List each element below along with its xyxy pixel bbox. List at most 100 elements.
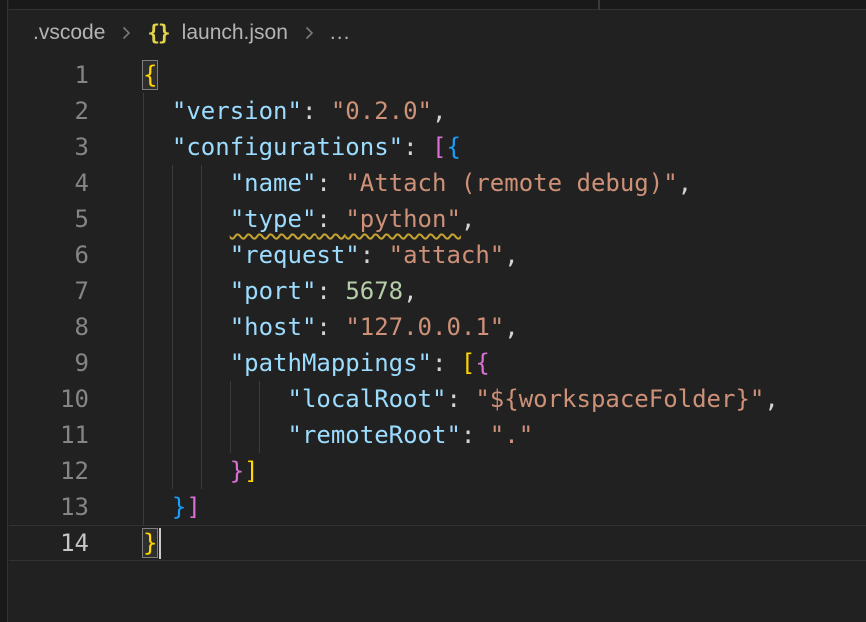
code-line[interactable]: 10 "localRoot": "${workspaceFolder}",: [9, 381, 866, 417]
code-token: :: [432, 349, 461, 377]
line-number[interactable]: 14: [9, 525, 89, 561]
line-number[interactable]: 10: [9, 381, 89, 417]
indent-guide: [172, 201, 173, 237]
indent-guide: [172, 381, 173, 417]
indent-guide: [230, 417, 231, 453]
code-token: [143, 241, 230, 269]
code-token: {: [446, 133, 460, 161]
code-token: :: [403, 133, 432, 161]
code-token: :: [316, 313, 345, 341]
code-content[interactable]: "name": "Attach (remote debug)",: [89, 165, 866, 201]
line-number[interactable]: 5: [9, 201, 89, 237]
code-token: "0.2.0": [331, 97, 432, 125]
code-line[interactable]: 7 "port": 5678,: [9, 273, 866, 309]
code-token: "type": [230, 205, 317, 233]
code-line[interactable]: 3 "configurations": [{: [9, 129, 866, 165]
code-token: ,: [504, 241, 518, 269]
breadcrumb-file[interactable]: launch.json: [182, 21, 288, 45]
code-token: "configurations": [172, 133, 403, 161]
code-token: [143, 349, 230, 377]
indent-guide: [230, 381, 231, 417]
code-content[interactable]: "remoteRoot": ".": [89, 417, 866, 453]
code-token: 5678: [345, 277, 403, 305]
code-content[interactable]: "configurations": [{: [89, 129, 866, 165]
indent-guide: [143, 453, 144, 489]
line-number[interactable]: 11: [9, 417, 89, 453]
code-line[interactable]: 9 "pathMappings": [{: [9, 345, 866, 381]
code-token: [: [461, 349, 475, 377]
line-number[interactable]: 13: [9, 489, 89, 525]
code-line[interactable]: 4 "name": "Attach (remote debug)",: [9, 165, 866, 201]
line-number[interactable]: 1: [9, 57, 89, 93]
text-cursor: [159, 528, 161, 559]
code-token: "Attach (remote debug)": [345, 169, 677, 197]
code-token: "attach": [389, 241, 505, 269]
indent-guide: [201, 309, 202, 345]
code-token: "host": [230, 313, 317, 341]
tab-divider: [598, 0, 600, 10]
line-number[interactable]: 12: [9, 453, 89, 489]
indent-guide: [201, 273, 202, 309]
indent-guide: [172, 273, 173, 309]
code-token: "version": [172, 97, 302, 125]
code-token: :: [446, 385, 475, 413]
code-line[interactable]: 13 }]: [9, 489, 866, 525]
code-token: [143, 385, 288, 413]
line-number[interactable]: 7: [9, 273, 89, 309]
breadcrumb-overflow[interactable]: ...: [330, 21, 351, 45]
code-line[interactable]: 5 "type": "python",: [9, 201, 866, 237]
line-number[interactable]: 2: [9, 93, 89, 129]
code-content[interactable]: "port": 5678,: [89, 273, 866, 309]
panel-left-border: [0, 0, 8, 622]
indent-guide: [143, 93, 144, 129]
code-content[interactable]: "type": "python",: [89, 201, 866, 237]
code-content[interactable]: "host": "127.0.0.1",: [89, 309, 866, 345]
code-content[interactable]: {: [89, 57, 866, 93]
indent-guide: [259, 417, 260, 453]
code-content[interactable]: "localRoot": "${workspaceFolder}",: [89, 381, 866, 417]
code-token: :: [360, 241, 389, 269]
code-token: "${workspaceFolder}": [475, 385, 764, 413]
code-token: ,: [764, 385, 778, 413]
code-token: [: [432, 133, 446, 161]
code-content[interactable]: }]: [89, 453, 866, 489]
code-token: ]: [186, 493, 200, 521]
code-token: "remoteRoot": [288, 421, 461, 449]
code-line[interactable]: 14}: [9, 525, 866, 561]
code-token: :: [316, 169, 345, 197]
line-number[interactable]: 8: [9, 309, 89, 345]
code-content[interactable]: }: [89, 525, 866, 561]
code-line[interactable]: 2 "version": "0.2.0",: [9, 93, 866, 129]
code-token: "pathMappings": [230, 349, 432, 377]
code-line[interactable]: 12 }]: [9, 453, 866, 489]
indent-guide: [201, 381, 202, 417]
code-content[interactable]: }]: [89, 489, 866, 525]
code-line[interactable]: 1{: [9, 57, 866, 93]
indent-guide: [172, 237, 173, 273]
breadcrumb-folder[interactable]: .vscode: [33, 21, 105, 45]
indent-guide: [143, 273, 144, 309]
line-number[interactable]: 3: [9, 129, 89, 165]
indent-guide: [201, 201, 202, 237]
indent-guide: [172, 345, 173, 381]
breadcrumb: .vscode {} launch.json ...: [9, 11, 866, 55]
line-number[interactable]: 9: [9, 345, 89, 381]
code-line[interactable]: 11 "remoteRoot": ".": [9, 417, 866, 453]
code-content[interactable]: "request": "attach",: [89, 237, 866, 273]
code-token: ,: [403, 277, 417, 305]
code-content[interactable]: "version": "0.2.0",: [89, 93, 866, 129]
code-line[interactable]: 6 "request": "attach",: [9, 237, 866, 273]
code-token: ,: [432, 97, 446, 125]
chevron-right-icon: [118, 25, 134, 41]
bracket-match: {: [143, 61, 157, 89]
code-token: "name": [230, 169, 317, 197]
line-number[interactable]: 4: [9, 165, 89, 201]
code-area[interactable]: 1{2 "version": "0.2.0",3 "configurations…: [9, 55, 866, 622]
code-token: {: [475, 349, 489, 377]
indent-guide: [201, 237, 202, 273]
code-token: :: [316, 205, 345, 233]
indent-guide: [172, 417, 173, 453]
line-number[interactable]: 6: [9, 237, 89, 273]
code-line[interactable]: 8 "host": "127.0.0.1",: [9, 309, 866, 345]
code-content[interactable]: "pathMappings": [{: [89, 345, 866, 381]
